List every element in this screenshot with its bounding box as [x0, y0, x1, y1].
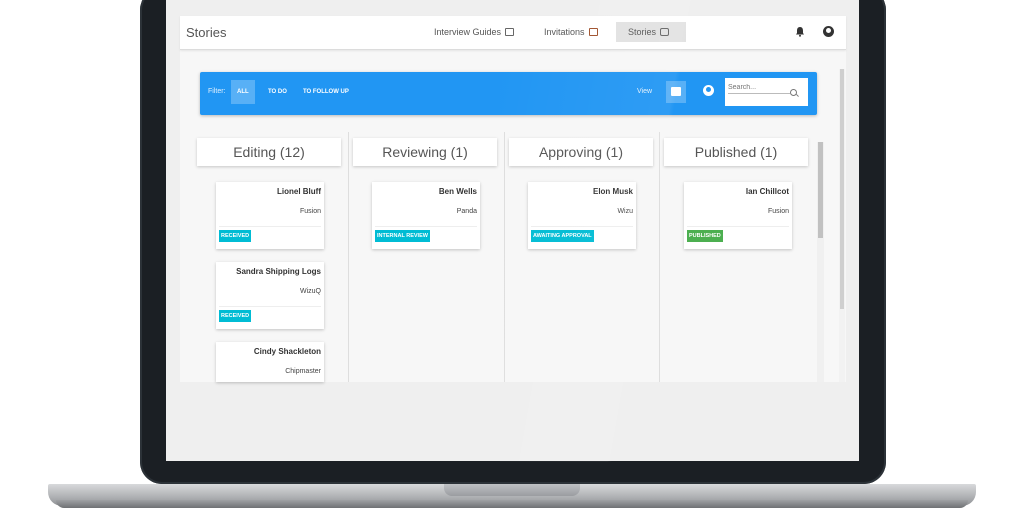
filter-follow-up-button[interactable]: TO FOLLOW UP [297, 80, 355, 104]
filter-todo-button[interactable]: TO DO [262, 80, 293, 104]
nav-interview-guides[interactable]: Interview Guides [428, 22, 520, 42]
column-header-published: Published (1) [664, 138, 808, 166]
page-scrollbar[interactable] [839, 69, 845, 382]
card-name: Cindy Shackleton [253, 347, 321, 356]
nav-interview-guides-label: Interview Guides [434, 27, 502, 37]
column-divider [504, 132, 505, 382]
app-window: Stories Interview Guides Invitations Sto… [180, 16, 846, 382]
nav-stories-label: Stories [628, 27, 657, 37]
card-divider [531, 226, 633, 227]
bell-icon[interactable] [795, 26, 805, 37]
board-scrollbar[interactable] [817, 142, 824, 382]
card-divider [219, 306, 321, 307]
view-label: View [637, 88, 653, 95]
story-card[interactable]: Sandra Shipping Logs WizuQ RECEIVED [216, 262, 324, 329]
status-badge: INTERNAL REVIEW [375, 230, 430, 242]
scroll-icon [505, 28, 515, 36]
nav-invitations-label: Invitations [544, 27, 585, 37]
card-name: Elon Musk [592, 187, 633, 196]
column-divider [659, 132, 660, 382]
filter-bar: Filter: ALL TO DO TO FOLLOW UP View [200, 72, 817, 115]
filter-all-button[interactable]: ALL [231, 80, 255, 104]
card-name: Lionel Bluff [277, 187, 321, 196]
nav-stories[interactable]: Stories [616, 22, 686, 42]
card-name: Ian Chillcot [745, 187, 789, 196]
card-company: Chipmaster [285, 368, 321, 375]
page-title: Stories [186, 25, 227, 40]
search-box [725, 78, 808, 106]
status-badge: AWAITING APPROVAL [531, 230, 594, 242]
filter-label: Filter: [208, 88, 226, 95]
search-icon[interactable] [790, 89, 797, 96]
story-card[interactable]: Cindy Shackleton Chipmaster [216, 342, 324, 382]
view-person-icon[interactable] [703, 85, 714, 96]
laptop-screen: Stories Interview Guides Invitations Sto… [166, 0, 859, 461]
card-name: Ben Wells [438, 187, 477, 196]
account-icon[interactable] [823, 26, 834, 37]
nav-invitations[interactable]: Invitations [538, 22, 604, 42]
page-scrollbar-thumb[interactable] [840, 69, 844, 309]
laptop-notch [444, 484, 580, 496]
column-header-approving: Approving (1) [509, 138, 653, 166]
board-scrollbar-thumb[interactable] [818, 142, 823, 238]
card-divider [375, 226, 477, 227]
card-company: Panda [456, 208, 477, 215]
status-badge: PUBLISHED [687, 230, 723, 242]
column-header-editing: Editing (12) [197, 138, 341, 166]
status-badge: RECEIVED [219, 310, 252, 322]
view-board-button[interactable] [666, 81, 686, 103]
column-divider [348, 132, 349, 382]
search-input[interactable] [728, 81, 790, 94]
card-company: Fusion [299, 208, 321, 215]
status-badge: RECEIVED [219, 230, 252, 242]
card-company: Fusion [767, 208, 789, 215]
story-card[interactable]: Lionel Bluff Fusion RECEIVED [216, 182, 324, 249]
story-card[interactable]: Ben Wells Panda INTERNAL REVIEW [372, 182, 480, 249]
card-company: WizuQ [300, 288, 321, 295]
laptop-base-lip [56, 500, 968, 508]
story-card[interactable]: Elon Musk Wizu AWAITING APPROVAL [528, 182, 636, 249]
card-name: Sandra Shipping Logs [236, 267, 321, 276]
envelope-icon [588, 28, 598, 36]
story-card[interactable]: Ian Chillcot Fusion PUBLISHED [684, 182, 792, 249]
column-header-reviewing: Reviewing (1) [353, 138, 497, 166]
top-bar: Stories Interview Guides Invitations Sto… [180, 16, 846, 50]
chat-icon [660, 28, 670, 36]
card-company: Wizu [617, 208, 633, 215]
card-divider [219, 226, 321, 227]
briefcase-icon [671, 87, 681, 96]
card-divider [687, 226, 789, 227]
